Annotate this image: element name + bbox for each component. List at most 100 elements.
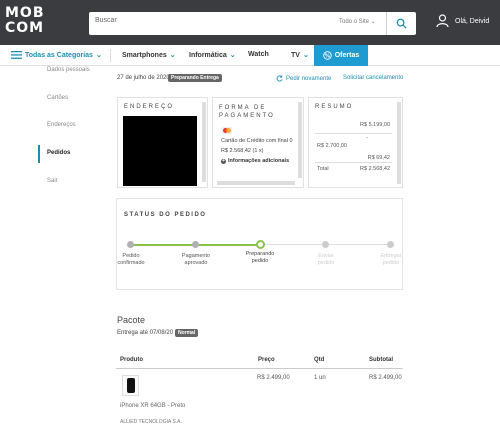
nav-tv-label: TV bbox=[291, 51, 300, 59]
status-step-label-line2: pedido bbox=[382, 260, 400, 266]
status-step-label-line1: Pedido bbox=[122, 253, 140, 259]
hamburger-icon bbox=[11, 51, 22, 59]
summary-title: RESUMO bbox=[315, 104, 354, 110]
order-status-title: STATUS DO PEDIDO bbox=[124, 212, 207, 218]
summary-line-1: R$ 5.199,00 bbox=[360, 122, 390, 128]
summary-total-value: R$ 2.568,42 bbox=[360, 166, 390, 172]
status-step-label-line1: Pagamento bbox=[181, 253, 211, 259]
summary-scrollbar[interactable] bbox=[397, 102, 401, 184]
nav-smartphones-label: Smartphones bbox=[122, 51, 167, 59]
table-divider bbox=[116, 368, 403, 369]
delivery-type-badge: Normal bbox=[175, 329, 199, 337]
status-step-label: Preparando pedido bbox=[235, 251, 285, 265]
product-price: R$ 2.499,00 bbox=[257, 375, 290, 381]
mastercard-icon bbox=[222, 127, 232, 134]
status-step-dot bbox=[127, 241, 134, 248]
sidebar-item-cards[interactable]: Cartões bbox=[47, 95, 68, 101]
summary-total-label: Total bbox=[317, 166, 329, 172]
chevron-down-icon: ⌄ bbox=[169, 52, 176, 59]
more-info-link[interactable]: + Informações adicionais bbox=[221, 158, 289, 164]
payment-card: FORMA DE PAGAMENTO Cartão de Crédito com… bbox=[212, 97, 304, 188]
nav-bar: Todas as Categorias ⌄ Smartphones ⌄ Infor… bbox=[0, 45, 500, 66]
payment-amount: R$ 2.568,42 (1 x) bbox=[221, 148, 264, 154]
user-icon bbox=[436, 14, 449, 28]
chevron-down-icon: ⌄ bbox=[95, 52, 102, 59]
nav-smartphones[interactable]: Smartphones ⌄ bbox=[122, 51, 176, 60]
status-step-label: Pagamento aprovado bbox=[171, 253, 221, 267]
payment-title-line2: PAGAMENTO bbox=[219, 113, 275, 119]
offers-label: Ofertas bbox=[334, 52, 360, 59]
status-step-label: Enviar pedido bbox=[301, 253, 351, 267]
status-step-label-line1: Enviar bbox=[318, 253, 334, 259]
address-title: ENDEREÇO bbox=[124, 104, 175, 110]
reorder-link[interactable]: Pedir novamente bbox=[276, 75, 331, 82]
chevron-down-icon: ⌄ bbox=[370, 19, 376, 25]
status-step-dot bbox=[387, 241, 394, 248]
status-step-dot bbox=[322, 241, 329, 248]
payment-h-scrollbar[interactable] bbox=[217, 181, 295, 185]
search-icon bbox=[396, 18, 407, 29]
mobcom-logo[interactable]: MOB COM bbox=[5, 6, 47, 36]
order-date: 27 de julho de 2020 bbox=[117, 75, 170, 81]
summary-divider bbox=[315, 133, 392, 134]
summary-card: RESUMO R$ 5.199,00 - R$ 2.700,00 R$ 69,4… bbox=[308, 97, 403, 188]
summary-line-2: R$ 2.700,00 bbox=[317, 143, 347, 149]
summary-divider bbox=[315, 162, 392, 163]
package-title: Pacote bbox=[117, 315, 146, 325]
svg-text:%: % bbox=[325, 53, 331, 59]
product-subtotal: R$ 2.499,00 bbox=[369, 375, 402, 381]
sidebar-item-logout[interactable]: Sair bbox=[47, 178, 58, 184]
payment-v-scrollbar[interactable] bbox=[298, 102, 302, 178]
product-qty: 1 un bbox=[314, 375, 326, 381]
nav-informatica[interactable]: Informática ⌄ bbox=[189, 51, 236, 60]
product-name[interactable]: iPhone XR 64GB - Preto bbox=[120, 403, 185, 409]
refresh-icon bbox=[276, 75, 283, 82]
nav-divider bbox=[110, 49, 111, 62]
status-step-label-line2: confirmado bbox=[117, 260, 145, 266]
chevron-down-icon: ⌄ bbox=[302, 52, 309, 59]
payment-title: FORMA DE PAGAMENTO bbox=[219, 104, 275, 120]
nav-watch[interactable]: Watch bbox=[248, 51, 269, 58]
sidebar-active-indicator bbox=[38, 145, 40, 163]
sidebar-item-addresses[interactable]: Endereços bbox=[47, 122, 76, 128]
summary-dash: - bbox=[366, 135, 368, 141]
logo-top: MOB bbox=[5, 5, 45, 21]
payment-title-line1: FORMA DE bbox=[219, 105, 267, 111]
nav-tv[interactable]: TV ⌄ bbox=[291, 51, 309, 60]
address-card: ENDEREÇO bbox=[117, 97, 208, 188]
user-greeting: Olá, Deivid bbox=[455, 17, 490, 25]
all-categories-menu[interactable]: Todas as Categorias ⌄ bbox=[11, 51, 102, 59]
plus-circle-icon: + bbox=[221, 157, 226, 164]
search-input[interactable]: Buscar bbox=[95, 17, 117, 24]
user-menu[interactable]: Olá, Deivid bbox=[436, 14, 489, 28]
payment-card-text: Cartão de Crédito com final 0 bbox=[221, 138, 293, 144]
chevron-down-icon: ⌄ bbox=[229, 52, 236, 59]
status-step-label-line2: aprovado bbox=[184, 260, 208, 266]
package-delivery: Entrega até 07/08/20 bbox=[117, 330, 174, 336]
search-button[interactable] bbox=[386, 12, 416, 35]
address-scrollbar[interactable] bbox=[202, 102, 206, 182]
status-step-label-line1: Preparando bbox=[245, 251, 275, 257]
sidebar-item-personal-data[interactable]: Dados pessoais bbox=[47, 67, 90, 73]
col-subtotal: Subtotal bbox=[369, 357, 393, 363]
reorder-label: Pedir novamente bbox=[286, 75, 332, 82]
offers-button[interactable]: % Ofertas bbox=[314, 45, 368, 66]
status-step-label-line1: Entregar bbox=[380, 253, 402, 259]
product-thumbnail[interactable] bbox=[122, 375, 139, 396]
nav-informatica-label: Informática bbox=[189, 51, 227, 59]
status-step-label-line2: pedido bbox=[251, 258, 269, 264]
sidebar-item-orders[interactable]: Pedidos bbox=[47, 150, 70, 156]
col-price: Preço bbox=[258, 357, 275, 363]
status-step-label-line2: pedido bbox=[317, 260, 335, 266]
search-scope-label: Todo o Site bbox=[339, 19, 370, 25]
cancel-order-link[interactable]: Solicitar cancelamento bbox=[343, 75, 403, 81]
col-qty: Qtd bbox=[314, 357, 325, 363]
logo-bottom: COM bbox=[5, 20, 45, 36]
address-redacted-block bbox=[123, 116, 197, 186]
search-box[interactable]: Buscar Todo o Site ⌄ bbox=[89, 12, 416, 35]
seller-name: ALLIED TECNOLOGIA S.A. bbox=[120, 419, 182, 425]
summary-line-3: R$ 69,42 bbox=[367, 155, 390, 161]
phone-icon bbox=[127, 378, 135, 393]
search-scope-select[interactable]: Todo o Site ⌄ bbox=[339, 18, 376, 25]
more-info-label: Informações adicionais bbox=[228, 158, 290, 164]
